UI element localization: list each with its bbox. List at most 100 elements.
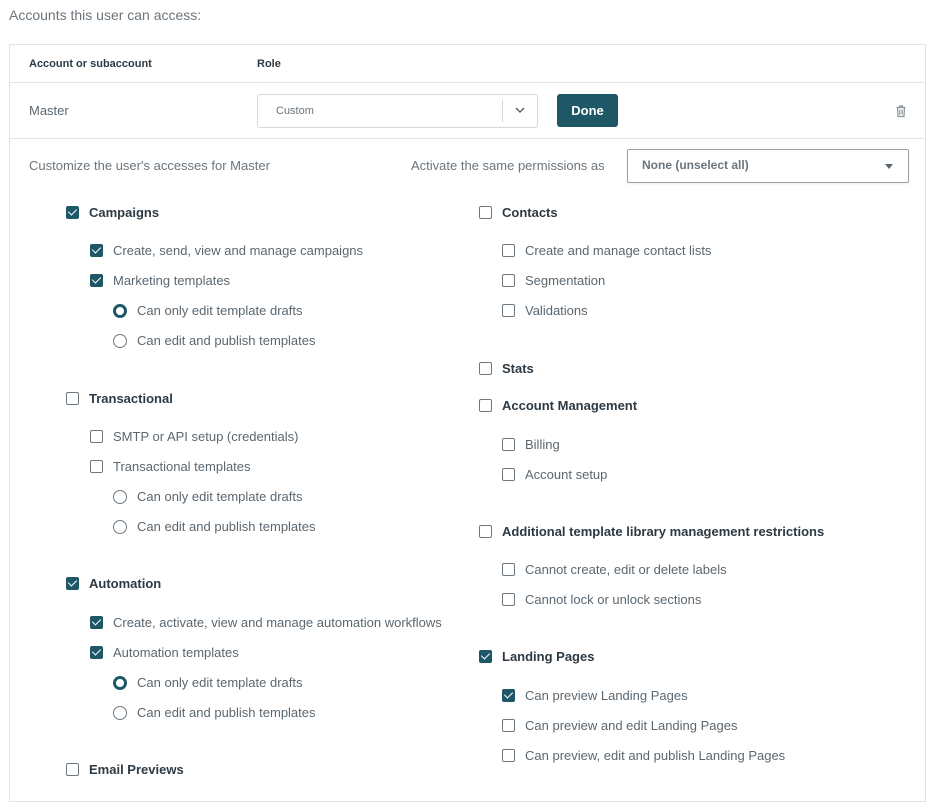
automation-create-checkbox[interactable] <box>90 616 103 629</box>
automation-create-label: Create, activate, view and manage automa… <box>113 615 442 630</box>
segmentation-label: Segmentation <box>525 273 606 288</box>
segmentation-checkbox[interactable] <box>502 274 515 287</box>
permission-contacts[interactable]: Contacts <box>479 205 558 220</box>
campaigns-drafts-radio[interactable] <box>113 303 127 318</box>
billing-checkbox[interactable] <box>502 438 515 451</box>
validations-label: Validations <box>525 303 588 318</box>
campaigns-publish-radio[interactable] <box>113 333 127 348</box>
permission-transactional-templates[interactable]: Transactional templates <box>90 459 251 474</box>
permission-stats[interactable]: Stats <box>479 361 534 376</box>
automation-checkbox[interactable] <box>66 577 79 590</box>
transactional-templates-label: Transactional templates <box>113 459 251 474</box>
automation-drafts-radio[interactable] <box>113 675 127 690</box>
accounts-panel: Account or subaccount Role Master Custom… <box>9 44 926 802</box>
validations-checkbox[interactable] <box>502 304 515 317</box>
transactional-label: Transactional <box>89 391 173 406</box>
contact-lists-label: Create and manage contact lists <box>525 243 712 258</box>
permission-landing-preview[interactable]: Can preview Landing Pages <box>502 688 688 703</box>
campaigns-label: Campaigns <box>89 205 160 220</box>
permission-marketing-templates[interactable]: Marketing templates <box>90 273 230 288</box>
smtp-setup-label: SMTP or API setup (credentials) <box>113 429 299 444</box>
option-automation-publish[interactable]: Can edit and publish templates <box>113 705 316 720</box>
permission-billing[interactable]: Billing <box>502 437 560 452</box>
transactional-publish-label: Can edit and publish templates <box>137 519 316 534</box>
permission-campaigns-create[interactable]: Create, send, view and manage campaigns <box>90 243 363 258</box>
account-management-checkbox[interactable] <box>479 399 492 412</box>
sections-restriction-checkbox[interactable] <box>502 593 515 606</box>
automation-publish-radio[interactable] <box>113 705 127 720</box>
trash-icon[interactable] <box>894 104 908 118</box>
select-divider <box>502 100 503 122</box>
permission-landing-publish[interactable]: Can preview, edit and publish Landing Pa… <box>502 748 785 763</box>
contacts-checkbox[interactable] <box>479 206 492 219</box>
automation-templates-checkbox[interactable] <box>90 646 103 659</box>
account-management-label: Account Management <box>502 398 638 413</box>
landing-preview-label: Can preview Landing Pages <box>525 688 688 703</box>
permission-automation[interactable]: Automation <box>66 576 161 591</box>
transactional-drafts-label: Can only edit template drafts <box>137 489 303 504</box>
option-campaigns-publish[interactable]: Can edit and publish templates <box>113 333 316 348</box>
campaigns-create-label: Create, send, view and manage campaigns <box>113 243 364 258</box>
transactional-publish-radio[interactable] <box>113 519 127 534</box>
sections-restriction-label: Cannot lock or unlock sections <box>525 592 702 607</box>
permission-contact-lists[interactable]: Create and manage contact lists <box>502 243 711 258</box>
permission-automation-create[interactable]: Create, activate, view and manage automa… <box>90 615 442 630</box>
option-automation-drafts[interactable]: Can only edit template drafts <box>113 675 302 690</box>
same-permissions-select[interactable]: None (unselect all) <box>627 149 909 183</box>
permission-account-management[interactable]: Account Management <box>479 398 637 413</box>
permission-campaigns[interactable]: Campaigns <box>66 205 159 220</box>
permission-automation-templates[interactable]: Automation templates <box>90 645 239 660</box>
account-setup-checkbox[interactable] <box>502 468 515 481</box>
landing-edit-checkbox[interactable] <box>502 719 515 732</box>
option-campaigns-drafts[interactable]: Can only edit template drafts <box>113 303 302 318</box>
permission-account-setup[interactable]: Account setup <box>502 467 607 482</box>
customize-title: Customize the user's accesses for Master <box>29 158 270 173</box>
option-transactional-drafts[interactable]: Can only edit template drafts <box>113 489 302 504</box>
permission-template-library-restrictions[interactable]: Additional template library management r… <box>479 524 824 539</box>
landing-publish-checkbox[interactable] <box>502 749 515 762</box>
permission-email-previews[interactable]: Email Previews <box>66 762 184 777</box>
table-header: Account or subaccount Role <box>10 45 925 83</box>
campaigns-publish-label: Can edit and publish templates <box>137 333 316 348</box>
permission-segmentation[interactable]: Segmentation <box>502 273 605 288</box>
marketing-templates-checkbox[interactable] <box>90 274 103 287</box>
labels-restriction-label: Cannot create, edit or delete labels <box>525 562 727 577</box>
stats-checkbox[interactable] <box>479 362 492 375</box>
smtp-setup-checkbox[interactable] <box>90 430 103 443</box>
labels-restriction-checkbox[interactable] <box>502 563 515 576</box>
automation-drafts-label: Can only edit template drafts <box>137 675 303 690</box>
transactional-templates-checkbox[interactable] <box>90 460 103 473</box>
campaigns-create-checkbox[interactable] <box>90 244 103 257</box>
template-library-checkbox[interactable] <box>479 525 492 538</box>
column-header-role: Role <box>257 58 281 70</box>
landing-pages-checkbox[interactable] <box>479 650 492 663</box>
permission-smtp-setup[interactable]: SMTP or API setup (credentials) <box>90 429 298 444</box>
role-select[interactable]: Custom <box>257 94 538 128</box>
automation-publish-label: Can edit and publish templates <box>137 705 316 720</box>
column-header-account: Account or subaccount <box>29 58 152 70</box>
contact-lists-checkbox[interactable] <box>502 244 515 257</box>
automation-templates-label: Automation templates <box>113 645 239 660</box>
marketing-templates-label: Marketing templates <box>113 273 231 288</box>
permission-sections-restriction[interactable]: Cannot lock or unlock sections <box>502 592 701 607</box>
template-library-label: Additional template library management r… <box>502 524 825 539</box>
option-transactional-publish[interactable]: Can edit and publish templates <box>113 519 316 534</box>
account-setup-label: Account setup <box>525 467 608 482</box>
permission-labels-restriction[interactable]: Cannot create, edit or delete labels <box>502 562 727 577</box>
chevron-down-icon[interactable] <box>513 103 527 117</box>
campaigns-checkbox[interactable] <box>66 206 79 219</box>
stats-label: Stats <box>502 361 534 376</box>
email-previews-checkbox[interactable] <box>66 763 79 776</box>
same-permissions-value: None (unselect all) <box>642 158 749 172</box>
permission-validations[interactable]: Validations <box>502 303 588 318</box>
permission-landing-edit[interactable]: Can preview and edit Landing Pages <box>502 718 737 733</box>
permission-landing-pages[interactable]: Landing Pages <box>479 649 594 664</box>
transactional-checkbox[interactable] <box>66 392 79 405</box>
permission-transactional[interactable]: Transactional <box>66 391 173 406</box>
caret-down-icon[interactable] <box>885 164 893 169</box>
done-button[interactable]: Done <box>557 94 618 127</box>
landing-edit-label: Can preview and edit Landing Pages <box>525 718 738 733</box>
landing-preview-checkbox[interactable] <box>502 689 515 702</box>
campaigns-drafts-label: Can only edit template drafts <box>137 303 303 318</box>
transactional-drafts-radio[interactable] <box>113 489 127 504</box>
